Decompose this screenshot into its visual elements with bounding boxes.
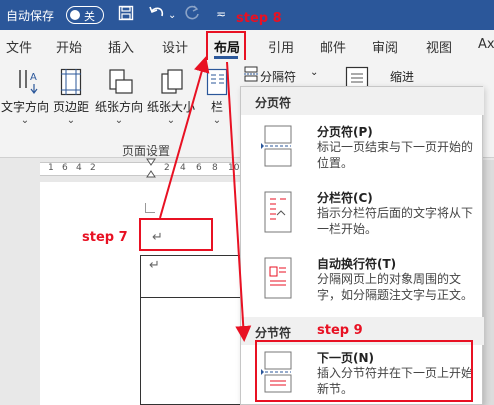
margins-label: 页边距 [52,100,89,114]
autosave-state: 关 [84,10,95,23]
autosave-label: 自动保存 [6,9,55,23]
margin-corner-mark [145,203,155,213]
undo-dropdown-icon[interactable]: ⌄ [168,10,176,21]
breaks-button[interactable]: 分隔符 ⌄ [240,64,324,86]
text-direction-label: 文字方向 [0,100,49,114]
menu-item-column-break[interactable]: 分栏符(C) 指示分栏符后面的文字将从下一栏开始。 [241,185,484,247]
undo-icon[interactable] [148,5,166,25]
page-break-icon [261,125,295,167]
orientation-icon [108,68,133,94]
text-wrapping-desc: 分隔网页上的对象周围的文字，如分隔题注文字与正文。 [317,272,474,302]
page-breaks-header: 分页符 [241,87,484,115]
orientation-label: 纸张方向 [94,100,143,114]
step-7-annotation: step 7 [82,230,128,245]
redo-icon [184,5,200,25]
menu-item-page-break[interactable]: 分页符(P) 标记一页结束与下一页开始的位置。 [241,119,484,181]
toggle-knob [70,10,80,20]
save-icon[interactable] [118,5,134,25]
text-wrapping-title: 自动换行符(T) [317,257,397,271]
size-button[interactable]: 纸张大小 ⌄ [146,60,196,126]
margins-icon [60,68,82,96]
tab-design[interactable]: 设计 [162,37,188,56]
breaks-icon [244,66,258,82]
size-label: 纸张大小 [146,100,195,114]
page-setup-group-label: 页面设置 [122,144,171,158]
title-bar: 自动保存 关 ⌄ ≂ step 8 [0,0,494,30]
chevron-down-icon: ⌄ [20,115,30,126]
menu-item-text-wrapping[interactable]: 自动换行符(T) 分隔网页上的对象周围的文字，如分隔题注文字与正文。 [241,251,484,313]
margins-button[interactable]: 页边距 ⌄ [50,60,92,126]
chevron-down-icon: ⌄ [310,67,319,78]
columns-icon [206,68,228,96]
breaks-label: 分隔符 [260,70,297,84]
text-direction-icon: A [14,68,38,94]
tab-acrobat[interactable]: Ax [478,37,494,52]
chevron-down-icon: ⌄ [166,115,176,126]
column-break-desc: 指示分栏符后面的文字将从下一栏开始。 [317,206,474,236]
chevron-down-icon: ⌄ [212,115,222,126]
step-9-highlight [255,340,473,402]
step-7-highlight [139,218,213,251]
chevron-down-icon: ⌄ [114,115,124,126]
document-table[interactable] [140,255,245,405]
orientation-button[interactable]: 纸张方向 ⌄ [94,60,144,126]
autosave-toggle[interactable]: 关 [66,6,104,24]
size-icon [160,68,183,94]
tab-review[interactable]: 审阅 [372,37,398,56]
text-direction-button[interactable]: A 文字方向 ⌄ [0,60,50,126]
text-wrapping-icon [261,257,295,299]
columns-button[interactable]: 栏 ⌄ [202,60,232,126]
page-break-desc: 标记一页结束与下一页开始的位置。 [317,140,474,170]
indent-marker-icon[interactable] [146,158,156,178]
tab-mailings[interactable]: 邮件 [320,37,346,56]
customize-qat-icon[interactable]: ≂ [216,7,226,21]
step-8-annotation: step 8 [236,11,282,26]
tab-references[interactable]: 引用 [268,37,294,56]
column-break-title: 分栏符(C) [317,191,373,205]
tab-insert[interactable]: 插入 [108,37,134,56]
paragraph-mark: ↵ [149,258,160,273]
tab-home[interactable]: 开始 [56,37,82,56]
columns-label: 栏 [210,100,223,114]
chevron-down-icon: ⌄ [66,115,76,126]
table-row-divider [140,297,245,298]
tab-file[interactable]: 文件 [6,37,32,56]
svg-text:A: A [30,72,37,83]
ribbon-tabs: 文件 开始 插入 设计 布局 引用 邮件 审阅 视图 Ax [0,30,494,60]
column-break-icon [261,191,295,233]
page-break-title: 分页符(P) [317,125,373,139]
indent-label: 缩进 [390,70,415,84]
step-9-annotation: step 9 [317,323,363,338]
horizontal-ruler[interactable]: 1 6 4 2 2 4 6 8 10 [40,162,240,176]
tab-view[interactable]: 视图 [426,37,452,56]
right-document-edge [483,160,494,405]
step-8-highlight [206,31,246,62]
